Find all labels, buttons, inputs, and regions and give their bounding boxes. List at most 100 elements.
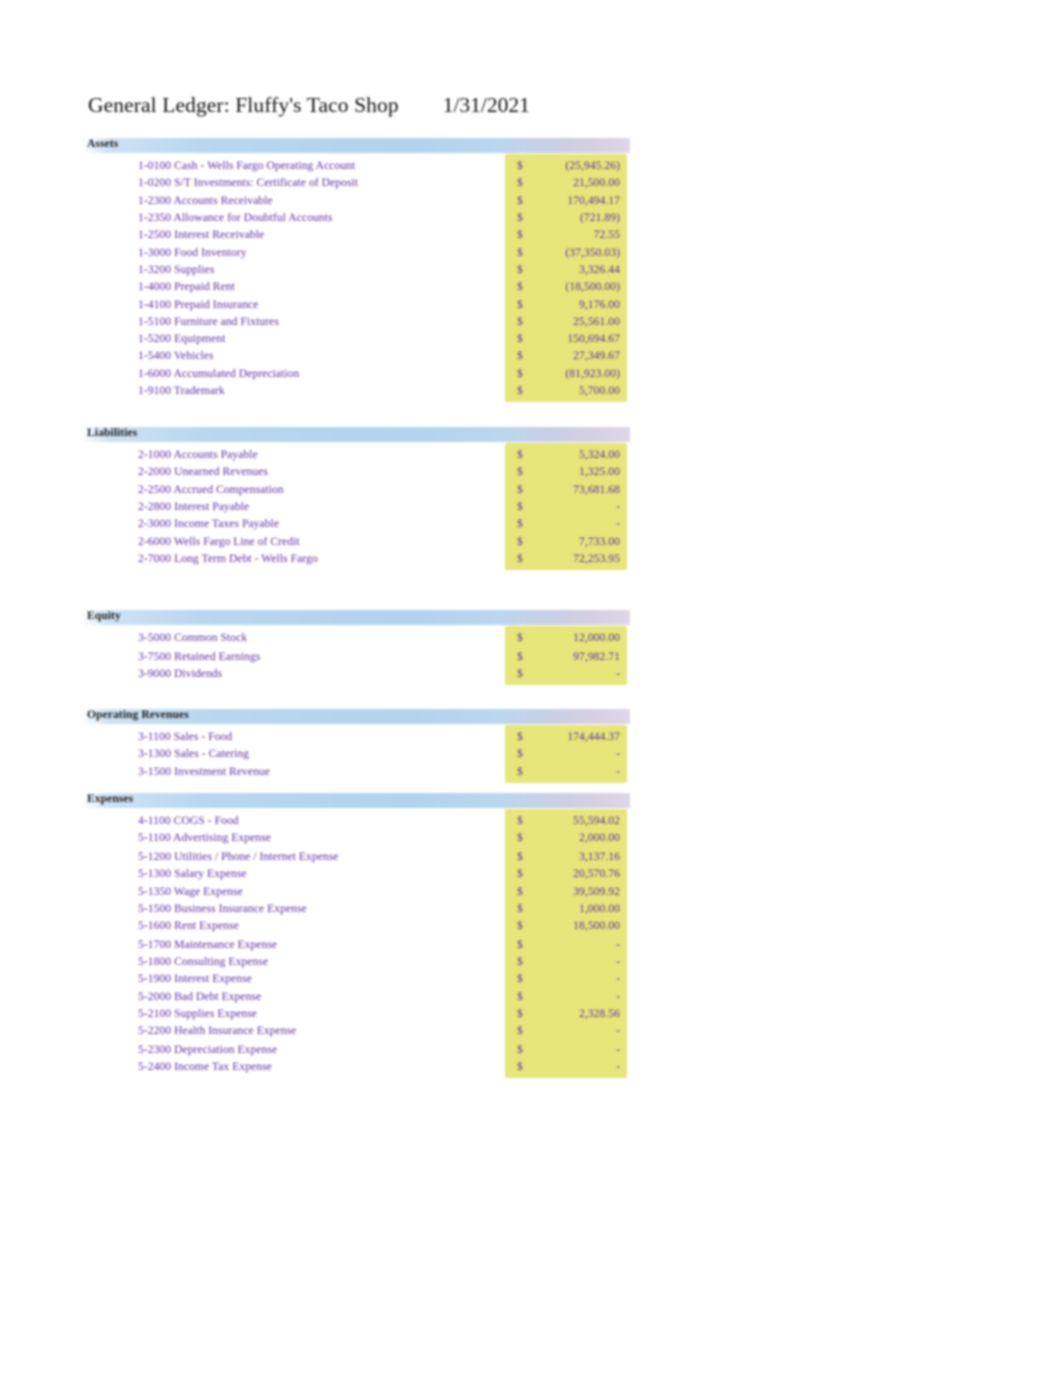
table-row: 2-2500 Accrued Compensation $73,681.68 <box>82 481 630 498</box>
section-header-bar: Liabilities <box>82 427 630 442</box>
amount-cell: 25,561.00 <box>573 314 620 328</box>
amount-cell: 72,253.95 <box>573 551 620 565</box>
document-title-row: General Ledger: Fluffy's Taco Shop 1/31/… <box>88 93 530 118</box>
account-name-cell: 1-9100 Trademark <box>138 384 225 398</box>
page-title: General Ledger: Fluffy's Taco Shop <box>88 93 399 117</box>
ledger-section: Expenses 4-1100 COGS - Food $55,594.02 5-11… <box>82 793 630 1079</box>
account-name-cell: 5-1100 Advertising Expense <box>138 831 271 845</box>
amount-cell: 72.55 <box>593 228 620 242</box>
table-row: 5-1350 Wage Expense $39,509.92 <box>82 883 630 900</box>
account-name-cell: 5-1300 Salary Expense <box>138 867 247 881</box>
account-name-cell: 1-6000 Accumulated Depreciation <box>138 366 300 380</box>
account-name-cell: 2-3000 Income Taxes Payable <box>138 517 280 531</box>
table-row: 1-5400 Vehicles $27,349.67 <box>82 347 630 364</box>
account-name-cell: 3-9000 Dividends <box>138 667 223 681</box>
account-name-cell: 2-1000 Accounts Payable <box>138 448 258 462</box>
table-row: 2-3000 Income Taxes Payable $ - <box>82 515 630 532</box>
amount-cell: - <box>616 764 620 778</box>
table-row: 5-1300 Salary Expense $20,570.76 <box>82 865 630 882</box>
account-name-cell: 5-1800 Consulting Expense <box>138 955 269 969</box>
account-name-cell: 1-2350 Allowance for Doubtful Accounts <box>138 211 333 225</box>
account-name-cell: 1-5100 Furniture and Fixtures <box>138 314 279 328</box>
amount-cell: 3,137.16 <box>579 850 620 864</box>
account-name-cell: 3-5000 Common Stock <box>138 631 248 645</box>
account-name-cell: 1-0200 S/T Investments: Certificate of D… <box>138 176 359 190</box>
ledger-section: Liabilities 2-1000 Accounts Payable $5,324… <box>82 427 630 571</box>
table-row: 2-7000 Long Term Debt - Wells Fargo $72,2… <box>82 550 630 567</box>
section-rows: 2-1000 Accounts Payable $5,324.00 2-2000 U… <box>82 442 630 571</box>
section-header-label: Liabilities <box>87 427 138 439</box>
account-name-cell: 5-1350 Wage Expense <box>138 884 243 898</box>
account-name-cell: 5-1500 Business Insurance Expense <box>138 901 307 915</box>
amount-cell: 97,982.71 <box>573 649 620 663</box>
table-row: 1-4100 Prepaid Insurance $9,176.00 <box>82 295 630 312</box>
table-row: 5-1200 Utilities / Phone / Internet Expe… <box>82 848 630 865</box>
amount-cell: 27,349.67 <box>573 349 620 363</box>
account-name-cell: 2-2000 Unearned Revenues <box>138 465 268 479</box>
account-name-cell: 3-7500 Retained Earnings <box>138 649 261 663</box>
table-row: 5-2300 Depreciation Expense $ - <box>82 1041 630 1058</box>
section-header-label: Equity <box>87 610 121 622</box>
account-name-cell: 5-2300 Depreciation Expense <box>138 1042 278 1056</box>
table-row: 1-0100 Cash - Wells Fargo Operating Acco… <box>82 157 630 174</box>
table-row: 1-2300 Accounts Receivable $170,494.17 <box>82 192 630 209</box>
table-row: 5-2000 Bad Debt Expense $ - <box>82 988 630 1005</box>
table-row: 1-5200 Equipment $150,694.67 <box>82 330 630 347</box>
table-row: 3-1300 Sales - Catering $ - <box>82 745 630 762</box>
amount-cell: - <box>616 500 620 514</box>
account-name-cell: 2-6000 Wells Fargo Line of Credit <box>138 534 300 548</box>
amount-cell: 21,500.00 <box>573 176 620 190</box>
amount-cell: 3,326.44 <box>579 262 620 276</box>
account-name-cell: 1-2500 Interest Receivable <box>138 228 265 242</box>
amount-cell: - <box>616 1024 620 1038</box>
table-row: 5-2400 Income Tax Expense $ - <box>82 1058 630 1075</box>
account-name-cell: 2-2500 Accrued Compensation <box>138 482 284 496</box>
amount-cell: (721.89) <box>579 211 620 225</box>
amount-cell: 9,176.00 <box>579 297 620 311</box>
table-row: 1-0200 S/T Investments: Certificate of D… <box>82 174 630 191</box>
table-row: 5-1600 Rent Expense $18,500.00 <box>82 917 630 934</box>
table-row: 5-2100 Supplies Expense $2,328.56 <box>82 1005 630 1022</box>
amount-cell: 20,570.76 <box>573 867 620 881</box>
table-row: 1-4000 Prepaid Rent $ (18,500.00) <box>82 278 630 295</box>
section-rows: 3-5000 Common Stock $12,000.00 3-7500 Reta… <box>82 625 630 686</box>
table-row: 1-3200 Supplies $3,326.44 <box>82 261 630 278</box>
table-row: 5-2200 Health Insurance Expense $ - <box>82 1022 630 1039</box>
table-row: 3-1500 Investment Revenue $ - <box>82 763 630 780</box>
account-name-cell: 1-3200 Supplies <box>138 262 215 276</box>
amount-cell: (18,500.00) <box>565 280 620 294</box>
amount-cell: 55,594.02 <box>573 814 620 828</box>
account-name-cell: 4-1100 COGS - Food <box>138 814 239 828</box>
table-row: 4-1100 COGS - Food $55,594.02 <box>82 812 630 829</box>
amount-cell: - <box>616 517 620 531</box>
account-name-cell: 5-2200 Health Insurance Expense <box>138 1024 297 1038</box>
amount-cell: - <box>616 937 620 951</box>
account-name-cell: 3-1300 Sales - Catering <box>138 747 249 761</box>
amount-cell: 174,444.37 <box>567 730 620 744</box>
section-rows: 4-1100 COGS - Food $55,594.02 5-1100 Adver… <box>82 808 630 1079</box>
section-header-bar: Equity <box>82 610 630 625</box>
account-name-cell: 1-4100 Prepaid Insurance <box>138 297 259 311</box>
table-row: 5-1700 Maintenance Expense $ - <box>82 936 630 953</box>
table-row: 1-9100 Trademark $5,700.00 <box>82 382 630 399</box>
table-row: 3-7500 Retained Earnings $97,982.71 <box>82 648 630 665</box>
table-row: 2-2800 Interest Payable $ - <box>82 498 630 515</box>
account-name-cell: 5-2000 Bad Debt Expense <box>138 989 262 1003</box>
section-header-bar: Expenses <box>82 793 630 808</box>
section-header-bar: Operating Revenues <box>82 709 630 724</box>
account-name-cell: 1-3000 Food Inventory <box>138 245 247 259</box>
ledger-sheet: General Ledger: Fluffy's Taco Shop 1/31/… <box>0 0 1062 1376</box>
amount-cell: 12,000.00 <box>573 631 620 645</box>
account-name-cell: 5-1200 Utilities / Phone / Internet Expe… <box>138 850 339 864</box>
amount-cell: (37,350.03) <box>565 245 620 259</box>
section-rows: 3-1100 Sales - Food $174,444.37 3-1300 Sal… <box>82 724 630 783</box>
amount-cell: - <box>616 972 620 986</box>
account-name-cell: 1-0100 Cash - Wells Fargo Operating Acco… <box>138 159 356 173</box>
table-row: 2-1000 Accounts Payable $5,324.00 <box>82 446 630 463</box>
amount-cell: 2,328.56 <box>579 1007 620 1021</box>
account-name-cell: 1-5400 Vehicles <box>138 349 214 363</box>
table-row: 3-5000 Common Stock $12,000.00 <box>82 629 630 646</box>
section-header-label: Assets <box>87 138 119 150</box>
amount-cell: 39,509.92 <box>573 884 620 898</box>
table-row: 5-1100 Advertising Expense $2,000.00 <box>82 829 630 846</box>
